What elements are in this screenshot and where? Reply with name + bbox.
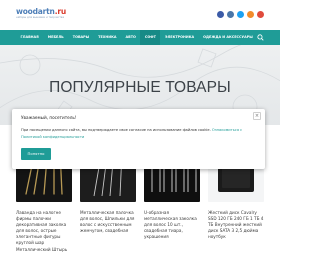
nav-item-electronics[interactable]: ЭЛЕКТРОНИКА <box>160 30 198 45</box>
nav-item-goods[interactable]: ТОВАРЫ <box>68 30 93 45</box>
cookie-message: При посещении данного сайта, вы подтверж… <box>21 127 253 141</box>
nav-item-auto[interactable]: АВТО <box>121 30 140 45</box>
nav-item-furniture[interactable]: МЕБЕЛЬ <box>43 30 68 45</box>
twitter-icon[interactable] <box>237 11 244 18</box>
nav-item-clothing[interactable]: ОДЕЖДА И АКСЕССУАРЫ <box>199 30 258 45</box>
nav-item-software[interactable]: СОФТ <box>140 30 161 45</box>
nav-items: ГЛАВНАЯ МЕБЕЛЬ ТОВАРЫ ТЕХНИКА АВТО СОФТ … <box>16 30 257 45</box>
social-links <box>217 11 264 18</box>
product-title[interactable]: Металлическая палочка для волос, Шпильки… <box>80 210 136 234</box>
search-icon[interactable] <box>257 34 264 41</box>
vk-icon[interactable] <box>227 11 234 18</box>
site-header: woodartn.ru наборы для вышивки и творчес… <box>0 0 280 30</box>
nav-item-home[interactable]: ГЛАВНАЯ <box>16 30 43 45</box>
accept-cookies-button[interactable]: Понятно <box>21 148 51 160</box>
product-title[interactable]: U-образная металлическая заколка для вол… <box>144 210 200 240</box>
cookie-heading: Уважаемый, посетитель! <box>21 115 77 120</box>
close-icon[interactable]: × <box>253 112 261 120</box>
section-title: ПОПУЛЯРНЫЕ ТОВАРЫ <box>49 79 231 96</box>
main-nav: ГЛАВНАЯ МЕБЕЛЬ ТОВАРЫ ТЕХНИКА АВТО СОФТ … <box>0 30 280 45</box>
nav-item-tech[interactable]: ТЕХНИКА <box>94 30 121 45</box>
cookie-consent-dialog: Уважаемый, посетитель! × При посещении д… <box>12 109 265 169</box>
product-title[interactable]: Жесткий диск Cavalry SSD 120 ГБ 240 ГБ 1… <box>208 210 264 240</box>
rss-icon[interactable] <box>247 11 254 18</box>
site-logo[interactable]: woodartn.ru наборы для вышивки и творчес… <box>16 7 66 23</box>
logo-wordmark: woodartn.ru <box>16 7 66 16</box>
youtube-icon[interactable] <box>257 11 264 18</box>
facebook-icon[interactable] <box>217 11 224 18</box>
cookie-message-text: При посещении данного сайта, вы подтверж… <box>21 128 211 132</box>
product-title[interactable]: Лаванда на налогне фирмы палочки декорат… <box>16 210 72 253</box>
logo-tagline: наборы для вышивки и творчества <box>16 16 64 19</box>
